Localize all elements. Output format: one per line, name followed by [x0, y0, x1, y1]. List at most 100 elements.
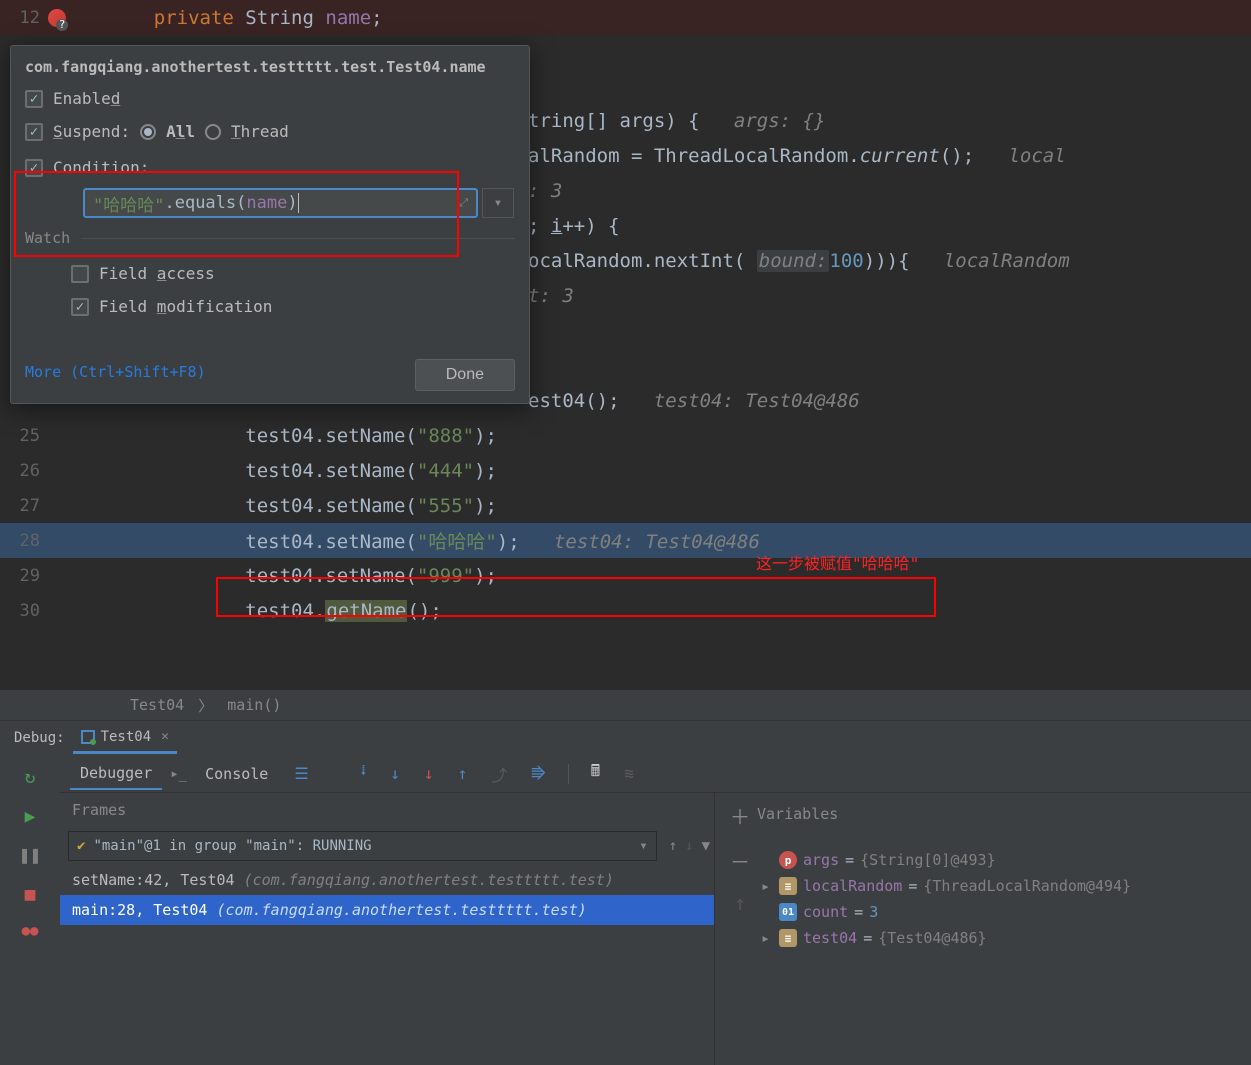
code-line-26[interactable]: 26 test04.setName("444");	[0, 453, 1251, 488]
frames-panel: Frames ✔ "main"@1 in group "main": RUNNI…	[60, 793, 715, 1065]
code-line-29[interactable]: 29 test04.setName("999");	[0, 558, 1251, 593]
code-text[interactable]: test04.setName("888");	[108, 425, 1251, 447]
field-access-checkbox[interactable]	[71, 265, 89, 283]
condition-dropdown[interactable]: ▾	[482, 188, 514, 218]
code-text[interactable]: test04.setName("444");	[108, 460, 1251, 482]
up-watch-button[interactable]: ↑	[734, 891, 746, 915]
breadcrumb[interactable]: Test04 〉 main()	[0, 690, 1251, 720]
breakpoint-gutter[interactable]	[48, 9, 108, 27]
field-access-row[interactable]: Field access	[11, 257, 529, 290]
breakpoint-popup[interactable]: com.fangqiang.anothertest.testtttt.test.…	[10, 45, 530, 404]
watch-section-label: Watch	[25, 229, 78, 247]
frame-row[interactable]: setName:42, Test04 (com.fangqiang.anothe…	[60, 865, 714, 895]
text-cursor	[298, 193, 299, 213]
variable-row[interactable]: ▸≡test04 = {Test04@486}	[755, 925, 1251, 951]
prev-frame-icon[interactable]: ↑	[665, 834, 681, 858]
code-text[interactable]: private String name;	[108, 7, 1251, 29]
radio-all[interactable]	[140, 124, 156, 140]
annotation-text: 这一步被赋值"哈哈哈"	[756, 550, 919, 574]
code-text[interactable]: test04.setName("555");	[108, 495, 1251, 517]
suspend-checkbox[interactable]	[25, 123, 43, 141]
var-name: args	[803, 851, 839, 869]
step-out-icon[interactable]: ↑	[450, 760, 476, 787]
variable-row[interactable]: ▸≡localRandom = {ThreadLocalRandom@494}	[755, 873, 1251, 899]
var-name: localRandom	[803, 877, 902, 895]
enabled-row[interactable]: Enabled	[11, 82, 529, 115]
close-icon[interactable]: ✕	[161, 729, 169, 744]
filter-icon[interactable]: ▼	[698, 834, 714, 858]
var-name: test04	[803, 929, 857, 947]
breakpoint-icon[interactable]	[48, 9, 66, 27]
var-value: {String[0]@493}	[860, 851, 995, 869]
var-type-icon: p	[779, 851, 797, 869]
condition-input-row: "哈哈哈".equals(name) ⤢ ▾	[11, 188, 529, 218]
condition-input[interactable]: "哈哈哈".equals(name) ⤢	[83, 188, 478, 218]
line-number: 30	[0, 601, 48, 621]
rerun-button[interactable]: ↻	[25, 767, 36, 788]
code-text[interactable]: test04.setName("999");	[108, 565, 1251, 587]
remove-watch-button[interactable]: －	[730, 846, 750, 875]
trace-icon[interactable]: ≋	[616, 760, 642, 787]
line-number: 26	[0, 461, 48, 481]
enabled-label: Enabled	[53, 89, 120, 108]
force-step-into-icon[interactable]: ↓	[416, 760, 442, 787]
field-mod-checkbox[interactable]	[71, 298, 89, 316]
frame-row[interactable]: main:28, Test04 (com.fangqiang.anotherte…	[60, 895, 714, 925]
condition-checkbox[interactable]	[25, 159, 43, 177]
tab-debugger[interactable]: Debugger	[70, 758, 162, 790]
code-line-12[interactable]: 12 private String name;	[0, 0, 1251, 35]
drop-frame-icon[interactable]: ⤴	[483, 758, 515, 790]
suspend-label: Suspend:	[53, 122, 130, 141]
field-mod-label: Field modification	[99, 297, 272, 316]
threads-icon[interactable]: ☰	[286, 760, 316, 787]
var-type-icon: ≡	[779, 929, 797, 947]
breadcrumb-method[interactable]: main()	[227, 696, 281, 714]
thread-label: "main"@1 in group "main": RUNNING	[93, 838, 371, 854]
done-button[interactable]: Done	[415, 359, 515, 391]
field-mod-row[interactable]: Field modification	[11, 290, 529, 323]
breadcrumb-class[interactable]: Test04	[130, 696, 184, 714]
suspend-row[interactable]: Suspend: All Thread	[11, 115, 529, 148]
variable-row[interactable]: pargs = {String[0]@493}	[755, 847, 1251, 873]
code-text[interactable]: test04.getName();	[108, 600, 1251, 622]
variable-row[interactable]: 01count = 3	[755, 899, 1251, 925]
enabled-checkbox[interactable]	[25, 90, 43, 108]
stop-button[interactable]: ■	[25, 884, 36, 905]
condition-row[interactable]: Condition:	[11, 148, 529, 184]
divider	[81, 238, 515, 239]
thread-selector[interactable]: ✔ "main"@1 in group "main": RUNNING ▾	[68, 831, 657, 861]
expand-arrow-icon[interactable]: ▸	[761, 877, 773, 895]
evaluate-icon[interactable]: 🖩	[583, 756, 609, 791]
line-number: 12	[0, 8, 48, 28]
step-into-icon[interactable]: ↓	[382, 760, 408, 787]
debug-tabbar: Debug: Test04 ✕	[0, 721, 1251, 755]
new-watch-button[interactable]: ＋	[730, 801, 750, 830]
line-number: 25	[0, 426, 48, 446]
code-line-30[interactable]: 30 test04.getName();	[0, 593, 1251, 628]
tab-console[interactable]: Console	[195, 759, 278, 789]
debug-toolbar: Debugger ▸_ Console ☰ ⭭ ↓ ↓ ↑ ⤴ ⭆ 🖩 ≋	[60, 755, 1251, 793]
debug-config-tab[interactable]: Test04 ✕	[73, 723, 177, 754]
var-value: 3	[869, 903, 878, 921]
radio-thread[interactable]	[205, 124, 221, 140]
var-value: {ThreadLocalRandom@494}	[923, 877, 1131, 895]
code-text[interactable]: test04.setName("哈哈哈"); test04: Test04@48…	[108, 527, 1251, 554]
breakpoints-button[interactable]: ●●	[22, 923, 39, 939]
step-over-icon[interactable]: ⭭	[353, 756, 375, 791]
pause-button[interactable]: ❚❚	[19, 845, 41, 866]
run-to-cursor-icon[interactable]: ⭆	[523, 760, 553, 788]
console-icon: ▸_	[170, 766, 187, 782]
chevron-down-icon[interactable]: ▾	[639, 838, 647, 854]
check-icon: ✔	[77, 838, 85, 854]
variables-panel: ＋ － ↑ Variables pargs = {String[0]@493}▸…	[715, 793, 1251, 1065]
code-line-25[interactable]: 25 test04.setName("888");	[0, 418, 1251, 453]
expand-arrow-icon[interactable]: ▸	[761, 929, 773, 947]
code-line-28[interactable]: 28 test04.setName("哈哈哈"); test04: Test04…	[0, 523, 1251, 558]
expand-icon[interactable]: ⤢	[459, 196, 468, 210]
var-value: {Test04@486}	[878, 929, 986, 947]
next-frame-icon[interactable]: ↓	[681, 834, 697, 858]
line-number: 27	[0, 496, 48, 516]
code-line-27[interactable]: 27 test04.setName("555");	[0, 488, 1251, 523]
resume-button[interactable]: ▶	[25, 806, 36, 827]
line-number: 29	[0, 566, 48, 586]
